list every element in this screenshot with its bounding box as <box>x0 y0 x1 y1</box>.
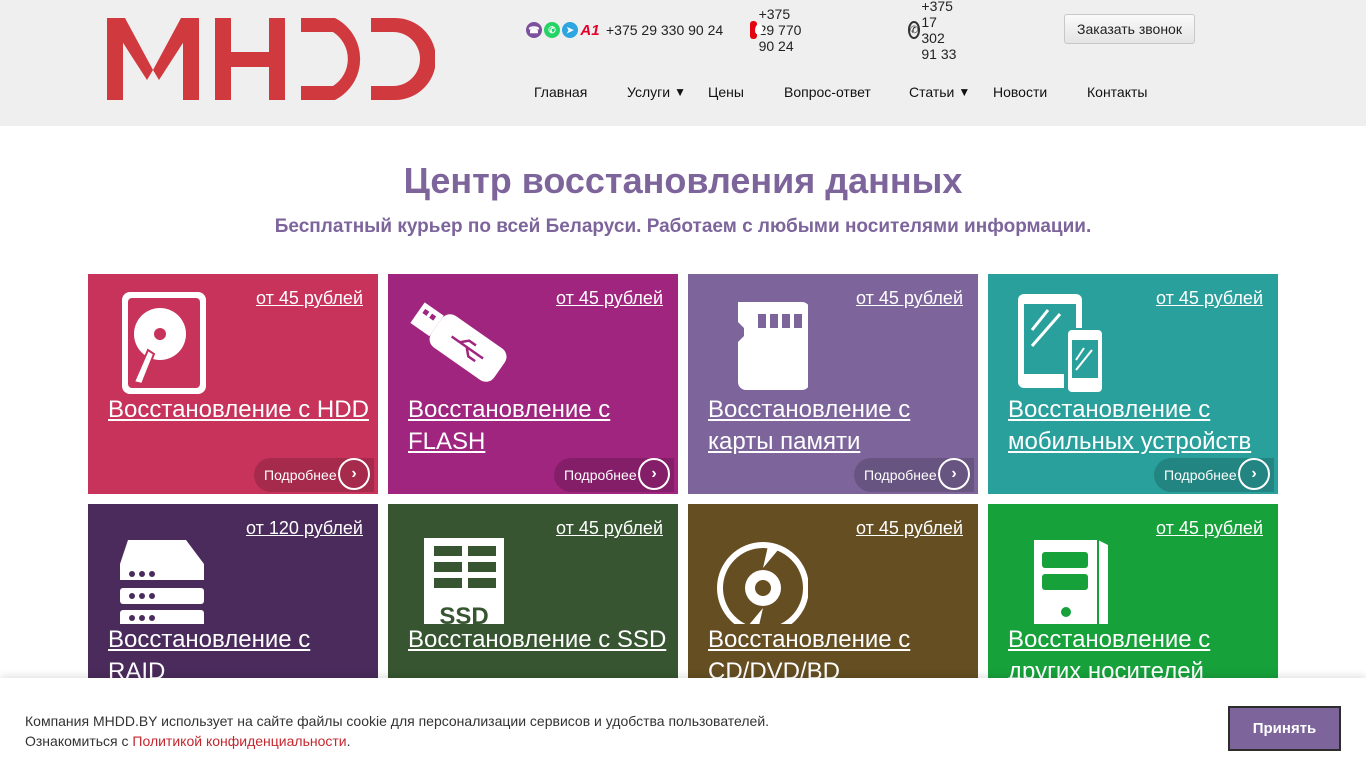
more-button[interactable]: Подробнее › <box>854 458 974 492</box>
nav-services-label: Услуги <box>627 84 671 100</box>
nav-home[interactable]: Главная <box>534 84 587 100</box>
nav-contacts[interactable]: Контакты <box>1087 84 1147 100</box>
cookie-banner: Компания MHDD.BY использует на сайте фай… <box>0 678 1366 768</box>
viber-icon[interactable]: ☎ <box>526 22 542 38</box>
nav-news-label: Новости <box>993 84 1048 100</box>
raid-icon <box>120 540 204 624</box>
page-subtitle: Бесплатный курьер по всей Беларуси. Рабо… <box>274 216 1092 237</box>
tile-title[interactable]: Восстановление с карты памяти <box>708 394 970 458</box>
chevron-right-icon: › <box>338 458 370 490</box>
service-tile-mobile[interactable]: от 45 рублей Восстановление с мобильных … <box>988 274 1278 494</box>
cookie-line-2-prefix: Ознакомиться с <box>25 733 133 749</box>
svg-text:SSD: SSD <box>439 603 488 624</box>
chevron-right-icon: › <box>638 458 670 490</box>
nav-services[interactable]: Услуги ▼ <box>627 84 686 100</box>
nav-prices[interactable]: Цены <box>708 84 744 100</box>
price-link[interactable]: от 45 рублей <box>556 288 663 309</box>
mobile-devices-icon <box>1018 294 1104 394</box>
price-link[interactable]: от 45 рублей <box>256 288 363 309</box>
phone-mts[interactable]: +375 29 770 90 24 <box>759 6 802 54</box>
nav-news[interactable]: Новости <box>993 84 1047 100</box>
price-link[interactable]: от 45 рублей <box>1156 288 1263 309</box>
chevron-right-icon: › <box>1238 458 1270 490</box>
tile-title[interactable]: Восстановление с мобильных устройств <box>1008 394 1270 458</box>
service-tile-memory-card[interactable]: от 45 рублей Восстановление с карты памя… <box>688 274 978 494</box>
phone-icon: ✆ <box>908 21 921 39</box>
main-nav: Главная Услуги ▼ Цены Вопрос-ответ Стать… <box>0 84 1366 104</box>
chevron-right-icon: › <box>938 458 970 490</box>
price-link[interactable]: от 45 рублей <box>556 518 663 539</box>
privacy-policy-link[interactable]: Политикой конфиденциальности <box>132 733 346 749</box>
disc-icon <box>717 542 808 624</box>
more-label: Подробнее <box>564 467 637 483</box>
accept-cookies-button[interactable]: Принять <box>1228 706 1341 751</box>
computer-icon <box>1034 540 1108 624</box>
phone-a1[interactable]: +375 29 330 90 24 <box>606 22 723 38</box>
telegram-icon[interactable]: ➤ <box>562 22 578 38</box>
tile-title[interactable]: Восстановление с HDD <box>108 394 370 426</box>
price-link[interactable]: от 120 рублей <box>246 518 363 539</box>
phone-landline-wrap: ✆ +375 17 302 91 33 <box>908 0 959 62</box>
callback-button[interactable]: Заказать звонок <box>1064 14 1195 44</box>
cookie-text: Компания MHDD.BY использует на сайте фай… <box>25 711 769 751</box>
site-header: ☎ ✆ ➤ A1 +375 29 330 90 24 +375 29 770 9… <box>0 0 1366 126</box>
usb-flash-icon <box>410 302 507 382</box>
more-button[interactable]: Подробнее › <box>1154 458 1274 492</box>
price-link[interactable]: от 45 рублей <box>856 518 963 539</box>
tile-title[interactable]: Восстановление с FLASH <box>408 394 670 458</box>
phone-landline[interactable]: +375 17 302 91 33 <box>921 0 958 62</box>
price-link[interactable]: от 45 рублей <box>856 288 963 309</box>
memory-card-icon <box>738 302 808 390</box>
phone-mts-wrap: +375 29 770 90 24 <box>750 6 802 54</box>
contacts-block: ☎ ✆ ➤ A1 +375 29 330 90 24 +375 29 770 9… <box>526 0 956 62</box>
cookie-line-2: Ознакомиться с Политикой конфиденциально… <box>25 731 769 751</box>
more-button[interactable]: Подробнее › <box>554 458 674 492</box>
more-label: Подробнее <box>264 467 337 483</box>
a1-operator-icon: A1 <box>580 21 600 39</box>
page-title: Центр восстановления данных <box>403 160 963 201</box>
nav-home-label: Главная <box>534 84 588 100</box>
nav-faq-label: Вопрос-ответ <box>784 84 871 100</box>
tile-title[interactable]: Восстановление с SSD <box>408 624 670 656</box>
cookie-line-1: Компания MHDD.BY использует на сайте фай… <box>25 713 770 729</box>
cookie-line-2-suffix: . <box>346 733 351 749</box>
more-label: Подробнее <box>1164 467 1237 483</box>
more-label: Подробнее <box>864 467 937 483</box>
mts-operator-icon <box>750 21 763 39</box>
nav-prices-label: Цены <box>708 84 744 100</box>
dropdown-arrow-icon: ▼ <box>674 85 686 99</box>
messengers: ☎ ✆ ➤ A1 <box>526 20 600 40</box>
nav-articles[interactable]: Статьи ▼ <box>909 84 970 100</box>
ssd-icon: SSD <box>424 538 504 624</box>
more-button[interactable]: Подробнее › <box>254 458 374 492</box>
service-tile-flash[interactable]: от 45 рублей Восстановление с FLASH Подр… <box>388 274 678 494</box>
price-link[interactable]: от 45 рублей <box>1156 518 1263 539</box>
nav-articles-label: Статьи <box>909 84 955 100</box>
hdd-icon <box>122 292 206 394</box>
nav-faq[interactable]: Вопрос-ответ <box>784 84 871 100</box>
nav-contacts-label: Контакты <box>1087 84 1148 100</box>
service-tile-hdd[interactable]: от 45 рублей Восстановление с HDD Подроб… <box>88 274 378 494</box>
dropdown-arrow-icon: ▼ <box>958 85 971 99</box>
whatsapp-icon[interactable]: ✆ <box>544 22 560 38</box>
